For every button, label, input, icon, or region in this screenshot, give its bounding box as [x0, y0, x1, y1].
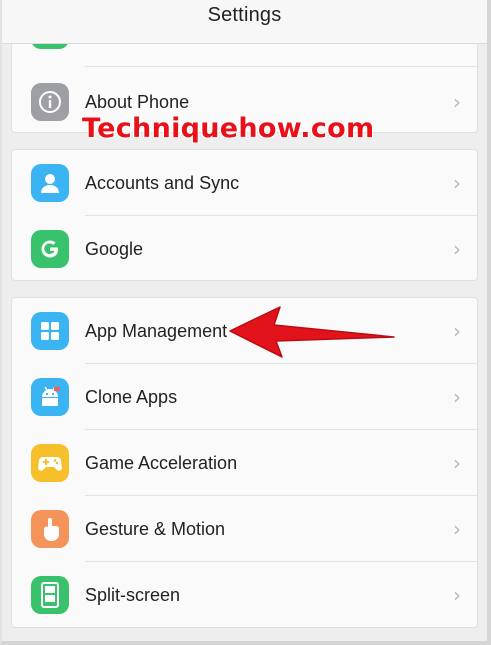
- google-g-icon: [31, 230, 69, 268]
- chevron-right-icon: ›: [453, 237, 461, 261]
- split-screen-icon: [31, 576, 69, 614]
- chevron-right-icon: ›: [453, 385, 461, 409]
- clone-android-icon: [31, 378, 69, 416]
- settings-group-accounts: Accounts and Sync › Google ›: [11, 149, 478, 281]
- settings-row-gesture-motion[interactable]: Gesture & Motion ›: [12, 496, 477, 562]
- clone-apps-label: Clone Apps: [85, 386, 178, 407]
- chevron-right-icon: ›: [453, 583, 461, 607]
- game-acceleration-label: Game Acceleration: [85, 452, 238, 473]
- page-title: Settings: [207, 4, 282, 26]
- settings-row-split-screen[interactable]: Split-screen ›: [12, 562, 477, 627]
- site-watermark: Techniquehow.com: [82, 113, 375, 144]
- info-icon: [31, 83, 69, 121]
- google-label: Google: [85, 238, 144, 259]
- chevron-right-icon: ›: [453, 319, 461, 343]
- app-grid-icon: [31, 312, 69, 350]
- chevron-right-icon: ›: [453, 90, 461, 114]
- chevron-right-icon: ›: [453, 451, 461, 475]
- chevron-right-icon: ›: [453, 171, 461, 195]
- app-management-label: App Management: [85, 320, 228, 341]
- hand-icon: [31, 510, 69, 548]
- accounts-sync-label: Accounts and Sync: [85, 172, 240, 193]
- chevron-right-icon: ›: [453, 517, 461, 541]
- red-pointer-arrow-icon: [229, 306, 395, 358]
- settings-row-google[interactable]: Google ›: [12, 216, 477, 280]
- gamepad-icon: [31, 444, 69, 482]
- settings-screen: Settings About Phone › Accounts and Sync…: [0, 0, 491, 645]
- title-bar: Settings: [2, 0, 487, 44]
- split-screen-label: Split-screen: [85, 584, 181, 605]
- divider: [85, 66, 477, 67]
- settings-row-clone-apps[interactable]: Clone Apps ›: [12, 364, 477, 430]
- about-phone-label: About Phone: [85, 91, 190, 112]
- gesture-motion-label: Gesture & Motion: [85, 518, 226, 539]
- settings-row-accounts-sync[interactable]: Accounts and Sync ›: [12, 150, 477, 216]
- settings-row-game-acceleration[interactable]: Game Acceleration ›: [12, 430, 477, 496]
- user-icon: [31, 164, 69, 202]
